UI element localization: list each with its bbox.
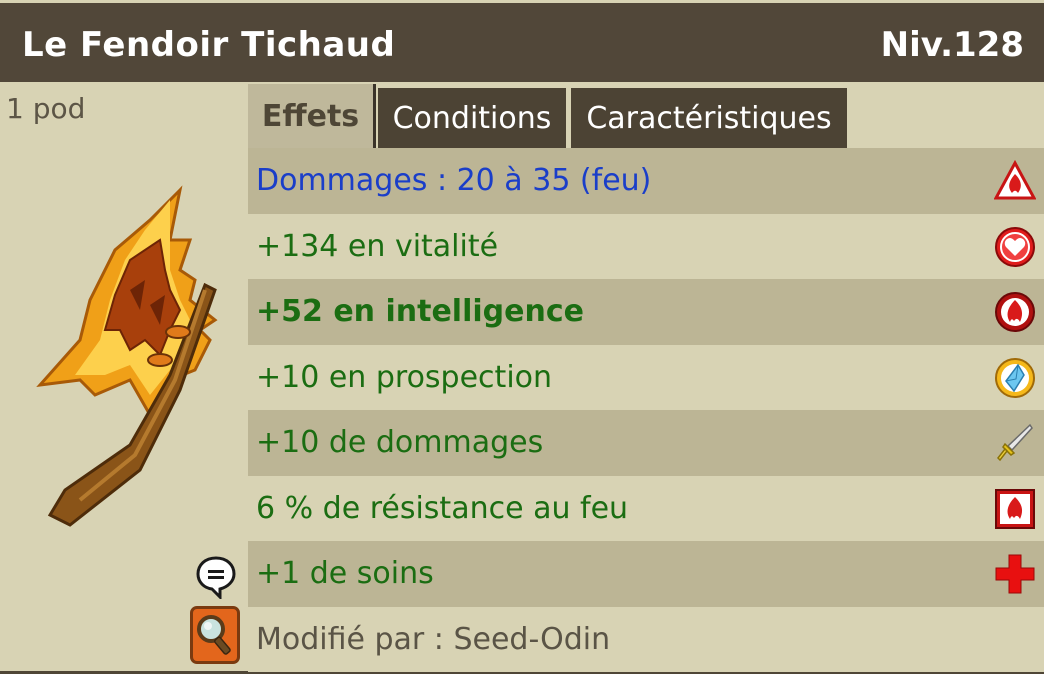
magnifier-icon	[197, 615, 231, 655]
inspect-button[interactable]	[190, 606, 240, 664]
fire-resistance-icon	[995, 488, 1035, 529]
item-header: Le Fendoir Tichaud Niv.128	[0, 0, 1044, 82]
item-tooltip: Le Fendoir Tichaud Niv.128 1 pod Effets …	[0, 0, 1044, 674]
tab-conditions[interactable]: Conditions	[378, 88, 566, 148]
effect-row-damage-bonus: +10 de dommages	[248, 410, 1044, 476]
effects-list: Dommages : 20 à 35 (feu) +134 en vitalit…	[248, 148, 1044, 672]
red-cross-icon	[995, 554, 1035, 594]
item-level: Niv.128	[880, 25, 1024, 65]
crystal-prospection-icon	[995, 357, 1035, 398]
chat-bubble-icon[interactable]	[196, 555, 236, 599]
effect-row-fire-resistance: 6 % de résistance au feu	[248, 475, 1044, 541]
fire-intelligence-icon	[995, 292, 1035, 332]
item-weight: 1 pod	[6, 92, 86, 125]
item-name: Le Fendoir Tichaud	[22, 25, 396, 65]
tab-effets[interactable]: Effets	[248, 84, 376, 148]
heart-icon	[995, 226, 1035, 267]
axe-weapon-icon	[36, 185, 218, 527]
effect-row-damage: Dommages : 20 à 35 (feu)	[248, 148, 1044, 214]
effect-row-vitality: +134 en vitalité	[248, 213, 1044, 279]
effect-row-intelligence: +52 en intelligence	[248, 279, 1044, 345]
fire-damage-icon	[994, 160, 1036, 200]
modified-by-row: Modifié par : Seed-Odin	[248, 606, 1044, 672]
sword-icon	[997, 423, 1033, 462]
effect-row-heals: +1 de soins	[248, 541, 1044, 607]
tab-caracteristiques[interactable]: Caractéristiques	[571, 88, 847, 148]
effect-row-prospection: +10 en prospection	[248, 344, 1044, 410]
